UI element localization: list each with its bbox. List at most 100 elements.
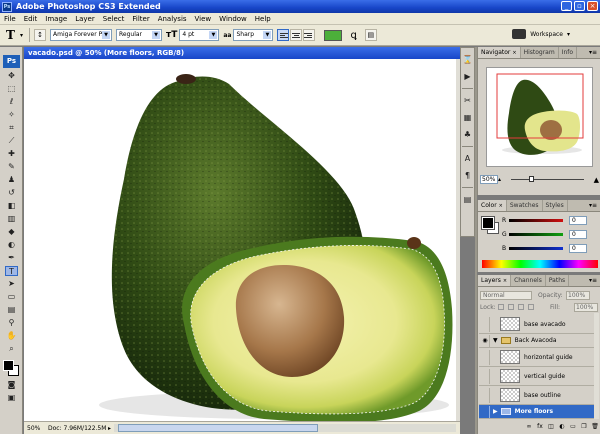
menu-edit[interactable]: Edit xyxy=(20,15,42,23)
notes-tool-icon[interactable]: ▤ xyxy=(5,305,18,315)
foreground-color-swatch[interactable] xyxy=(481,216,495,230)
pen-tool-icon[interactable]: ✒ xyxy=(5,253,18,263)
lock-pixels-icon[interactable] xyxy=(508,304,514,310)
layer-row[interactable]: base avacado xyxy=(479,315,594,334)
maximize-button[interactable]: ▫ xyxy=(574,1,585,11)
red-slider[interactable] xyxy=(509,219,563,222)
workspace-switcher[interactable]: Workspace ▾ xyxy=(512,29,570,39)
blue-value-field[interactable]: 0 xyxy=(569,244,587,253)
document-size-info[interactable]: Doc: 7.96M/122.5M xyxy=(48,425,108,432)
slider-knob[interactable] xyxy=(528,176,534,182)
menu-window[interactable]: Window xyxy=(215,15,251,23)
zoom-tool-icon[interactable]: ⌕ xyxy=(5,344,18,354)
zoom-in-icon[interactable]: ▲ xyxy=(594,176,599,184)
menu-analysis[interactable]: Analysis xyxy=(154,15,191,23)
path-selection-tool-icon[interactable]: ➤ xyxy=(5,279,18,289)
slice-tool-icon[interactable]: ⟋ xyxy=(5,136,18,146)
layer-comps-icon[interactable]: ▤ xyxy=(462,194,473,205)
document-title-bar[interactable]: vacado.psd @ 50% (More floors, RGB/8) xyxy=(24,47,460,59)
magic-wand-tool-icon[interactable]: ✧ xyxy=(5,110,18,120)
fill-field[interactable]: 100% xyxy=(574,302,598,312)
clone-stamp-tool-icon[interactable]: ♟ xyxy=(5,175,18,185)
color-spectrum-bar[interactable] xyxy=(482,260,598,268)
tab-info[interactable]: Info xyxy=(559,47,578,58)
close-icon[interactable]: × xyxy=(499,203,503,209)
zoom-out-icon[interactable]: ▴ xyxy=(498,176,501,183)
visibility-toggle[interactable] xyxy=(481,387,490,403)
horizontal-scrollbar[interactable] xyxy=(114,424,456,432)
document-canvas[interactable] xyxy=(24,59,456,421)
file-browser-icon[interactable] xyxy=(512,29,527,39)
move-tool-icon[interactable]: ✥ xyxy=(5,71,18,81)
navigator-thumbnail[interactable] xyxy=(486,67,593,167)
panel-menu-icon[interactable]: ▾≡ xyxy=(589,202,597,209)
close-icon[interactable]: × xyxy=(503,278,507,284)
lasso-tool-icon[interactable]: ℓ xyxy=(5,97,18,107)
lock-transparency-icon[interactable] xyxy=(498,304,504,310)
text-tool-icon[interactable]: T xyxy=(6,28,20,42)
adjustment-layer-icon[interactable]: ◐ xyxy=(558,423,566,431)
clone-source-icon[interactable]: ♣ xyxy=(462,129,473,140)
minimize-button[interactable]: _ xyxy=(561,1,572,11)
brushes-panel-icon[interactable]: ▦ xyxy=(462,112,473,123)
align-left-button[interactable] xyxy=(277,29,290,41)
character-panel-icon[interactable]: ▤ xyxy=(364,29,377,41)
visibility-toggle[interactable] xyxy=(481,405,490,418)
menu-layer[interactable]: Layer xyxy=(71,15,99,23)
layer-row[interactable]: base outline xyxy=(479,386,594,405)
foreground-color-swatch[interactable] xyxy=(3,360,14,371)
tab-color[interactable]: Color × xyxy=(478,200,507,211)
healing-brush-tool-icon[interactable]: ✚ xyxy=(5,149,18,159)
shape-tool-icon[interactable]: ▭ xyxy=(5,292,18,302)
menu-view[interactable]: View xyxy=(191,15,216,23)
tool-preset-arrow-icon[interactable]: ▾ xyxy=(20,32,23,39)
menu-file[interactable]: File xyxy=(0,15,20,23)
menu-select[interactable]: Select xyxy=(99,15,129,23)
tab-channels[interactable]: Channels xyxy=(511,275,546,286)
marquee-tool-icon[interactable]: ⬚ xyxy=(5,84,18,94)
navigator-zoom-field[interactable]: 50% xyxy=(480,175,498,184)
eye-icon[interactable]: ◉ xyxy=(481,334,490,347)
menu-filter[interactable]: Filter xyxy=(128,15,153,23)
tab-histogram[interactable]: Histogram xyxy=(521,47,559,58)
font-family-select[interactable]: Amiga Forever P... ▼ xyxy=(50,29,113,41)
align-center-button[interactable] xyxy=(290,29,303,41)
green-slider[interactable] xyxy=(509,233,563,236)
layer-group-row[interactable]: ◉ ▼ Back Avacoda xyxy=(479,334,594,348)
hand-tool-icon[interactable]: ✋ xyxy=(5,331,18,341)
tab-navigator[interactable]: Navigator × xyxy=(478,47,521,58)
lock-all-icon[interactable] xyxy=(528,304,534,310)
actions-panel-icon[interactable]: ▶ xyxy=(462,71,473,82)
visibility-toggle[interactable] xyxy=(481,368,490,384)
scrollbar-thumb[interactable] xyxy=(118,424,318,432)
blend-mode-select[interactable]: Normal xyxy=(480,290,532,300)
screen-mode-icon[interactable]: ▣ xyxy=(5,393,18,403)
collapsed-triangle-icon[interactable]: ▶ xyxy=(493,408,498,415)
delete-layer-icon[interactable]: 🗑 xyxy=(591,423,599,431)
gradient-tool-icon[interactable]: ▥ xyxy=(5,214,18,224)
panel-menu-icon[interactable]: ▾≡ xyxy=(589,49,597,56)
type-tool-icon[interactable]: T xyxy=(5,266,18,276)
layers-scrollbar[interactable] xyxy=(594,313,599,419)
close-button[interactable]: × xyxy=(587,1,598,11)
tab-paths[interactable]: Paths xyxy=(546,275,570,286)
eyedropper-tool-icon[interactable]: ⚲ xyxy=(5,318,18,328)
character-panel-icon[interactable]: A xyxy=(462,153,473,164)
dodge-tool-icon[interactable]: ◐ xyxy=(5,240,18,250)
red-value-field[interactable]: 0 xyxy=(569,216,587,225)
antialias-select[interactable]: Sharp ▼ xyxy=(233,29,274,41)
layer-row[interactable]: horizontal guide xyxy=(479,348,594,367)
expand-triangle-icon[interactable]: ▼ xyxy=(493,337,498,344)
navigator-zoom-slider[interactable] xyxy=(505,175,590,184)
blue-slider[interactable] xyxy=(509,247,563,250)
zoom-level[interactable]: 50% xyxy=(24,425,48,432)
toggle-orientation-icon[interactable]: ↕ xyxy=(34,29,47,41)
layer-style-icon[interactable]: fx xyxy=(536,423,544,431)
panel-menu-icon[interactable]: ▾≡ xyxy=(589,277,597,284)
quick-mask-icon[interactable]: ◙ xyxy=(5,380,18,390)
close-icon[interactable]: × xyxy=(512,50,516,56)
paragraph-panel-icon[interactable]: ¶ xyxy=(462,170,473,181)
opacity-field[interactable]: 100% xyxy=(566,290,590,300)
new-group-icon[interactable]: ▭ xyxy=(569,423,577,431)
blur-tool-icon[interactable]: ◆ xyxy=(5,227,18,237)
